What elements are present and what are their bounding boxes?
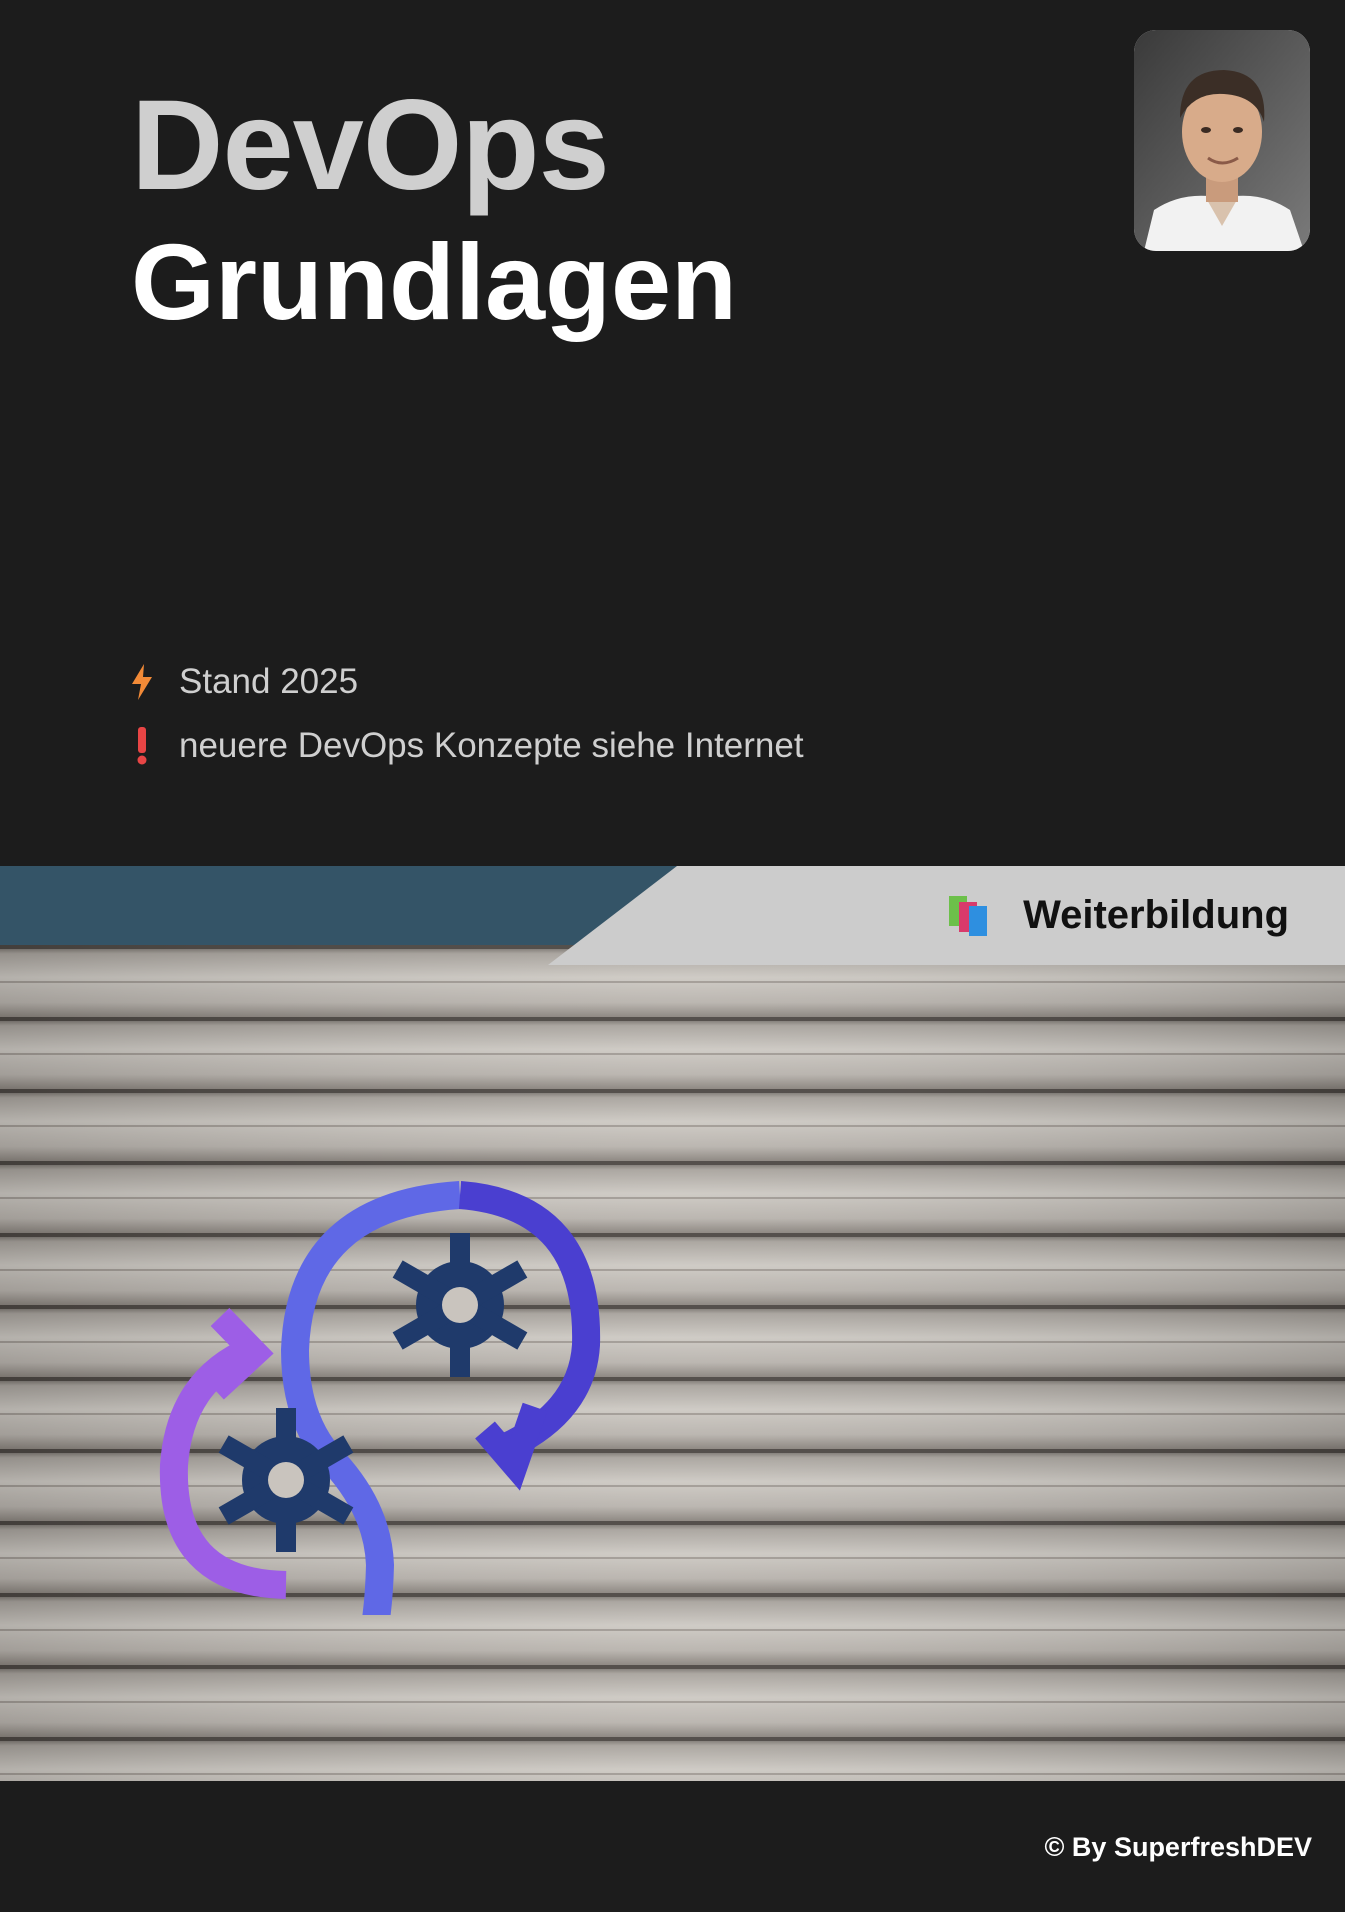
- category-text: Weiterbildung: [1023, 893, 1289, 937]
- cover-title: DevOps: [131, 74, 610, 217]
- cover-page: DevOps Grundlagen Stand 2025 neuere DevO…: [0, 0, 1345, 1912]
- author-avatar: [1134, 30, 1310, 251]
- note-version: Stand 2025: [127, 662, 358, 702]
- devops-logo: [159, 1181, 601, 1615]
- note-version-text: Stand 2025: [179, 662, 359, 701]
- exclamation-icon: [127, 726, 157, 766]
- copyright-text: © By SuperfreshDEV: [1044, 1832, 1312, 1862]
- lightning-icon: [127, 662, 157, 702]
- category-label: Weiterbildung: [947, 893, 1289, 938]
- note-warning: neuere DevOps Konzepte siehe Internet: [127, 726, 804, 766]
- note-warning-text: neuere DevOps Konzepte siehe Internet: [179, 726, 804, 765]
- cover-subtitle: Grundlagen: [131, 221, 738, 342]
- books-icon: [949, 895, 988, 936]
